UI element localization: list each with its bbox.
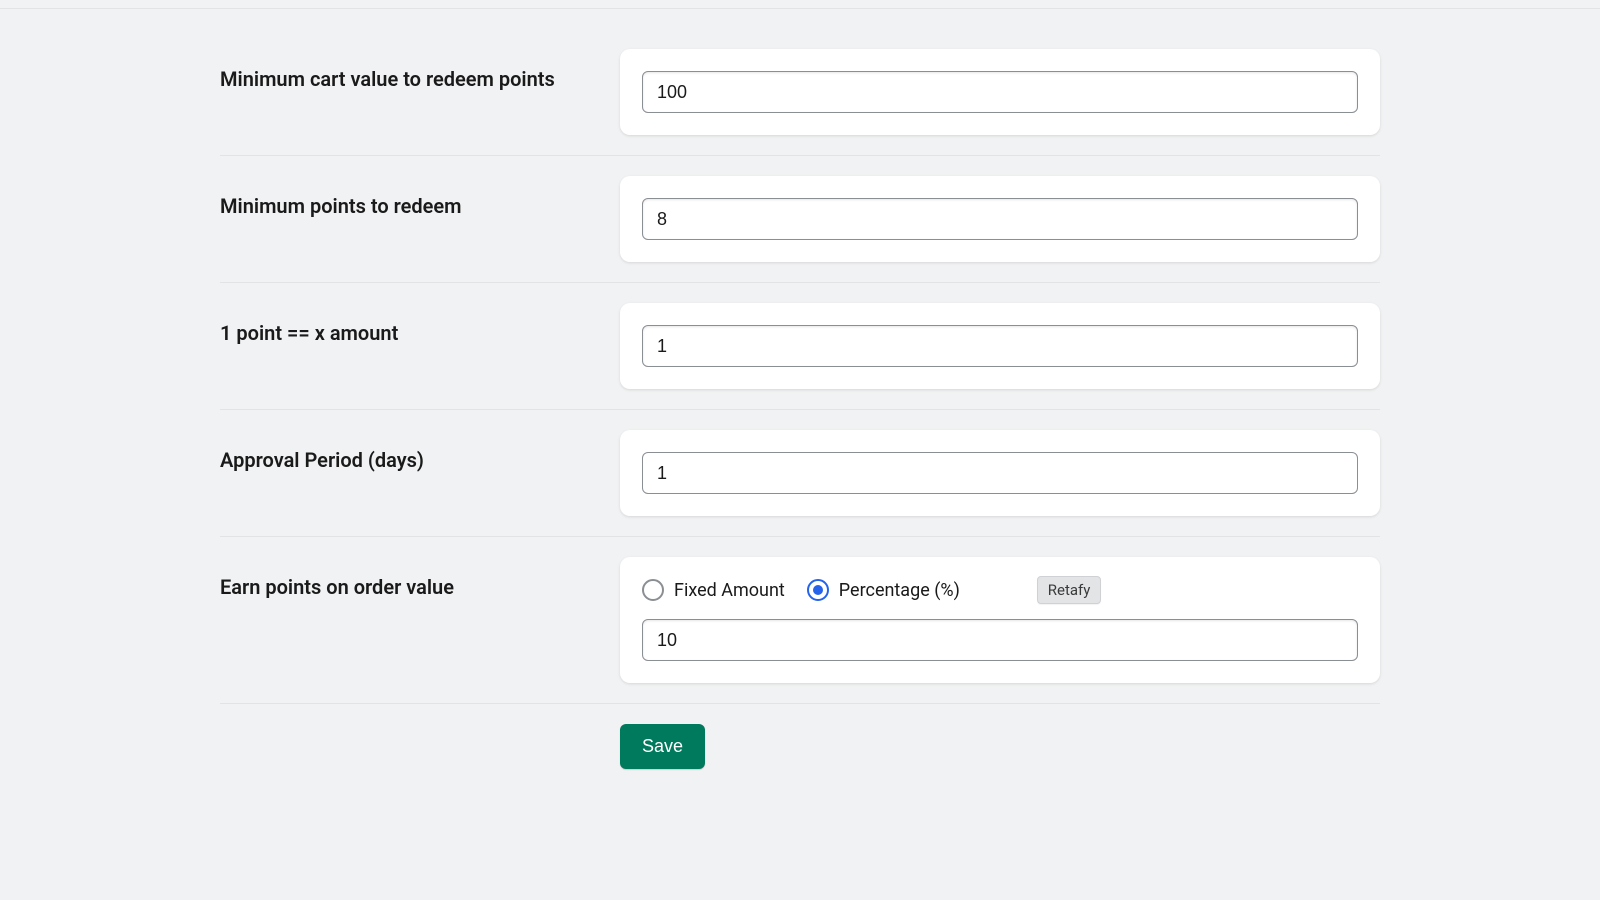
radio-icon-unchecked [642, 579, 664, 601]
card-min-points [620, 176, 1380, 262]
input-min-points[interactable] [642, 198, 1358, 240]
input-approval-period[interactable] [642, 452, 1358, 494]
input-min-cart[interactable] [642, 71, 1358, 113]
row-approval-period: Approval Period (days) [220, 410, 1380, 537]
input-earn-points-value[interactable] [642, 619, 1358, 661]
save-button[interactable]: Save [620, 724, 705, 769]
radio-label-percentage: Percentage (%) [839, 580, 960, 601]
label-earn-points: Earn points on order value [220, 575, 620, 599]
input-point-amount[interactable] [642, 325, 1358, 367]
row-earn-points: Earn points on order value Fixed Amount … [220, 537, 1380, 704]
radio-percentage[interactable]: Percentage (%) Retafy [807, 579, 960, 601]
radio-fixed-amount[interactable]: Fixed Amount [642, 579, 785, 601]
settings-form: Minimum cart value to redeem points Mini… [220, 9, 1380, 769]
label-approval-period: Approval Period (days) [220, 448, 620, 472]
chip-retafy: Retafy [1037, 576, 1102, 604]
label-min-cart: Minimum cart value to redeem points [220, 67, 620, 91]
card-point-amount [620, 303, 1380, 389]
row-min-cart: Minimum cart value to redeem points [220, 29, 1380, 156]
card-approval-period [620, 430, 1380, 516]
save-row: Save [220, 704, 1380, 769]
label-min-points: Minimum points to redeem [220, 194, 620, 218]
label-point-amount: 1 point == x amount [220, 321, 620, 345]
row-min-points: Minimum points to redeem [220, 156, 1380, 283]
radio-group-earn-type: Fixed Amount Percentage (%) Retafy [642, 579, 1358, 601]
row-point-amount: 1 point == x amount [220, 283, 1380, 410]
radio-dot-icon [813, 585, 823, 595]
card-earn-points: Fixed Amount Percentage (%) Retafy [620, 557, 1380, 683]
radio-icon-checked [807, 579, 829, 601]
card-min-cart [620, 49, 1380, 135]
radio-label-fixed: Fixed Amount [674, 580, 785, 601]
